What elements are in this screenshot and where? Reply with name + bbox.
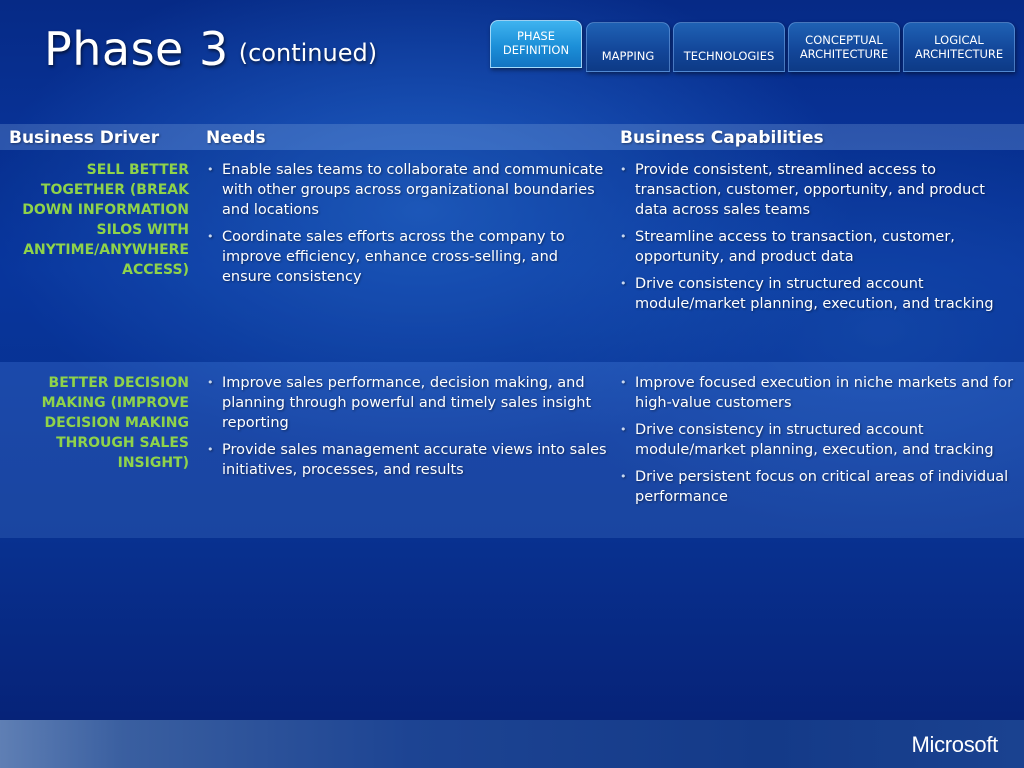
need-text: Improve sales performance, decision maki… — [222, 375, 592, 431]
list-item: • Drive persistent focus on critical area… — [620, 467, 1015, 507]
bullet-icon: • — [620, 163, 627, 176]
list-item: • Improve focused execution in niche mark… — [620, 373, 1015, 413]
tab-logical-architecture[interactable]: LOGICAL ARCHITECTURE — [903, 22, 1015, 72]
capability-text: Improve focused execution in niche marke… — [635, 375, 1014, 411]
tab-mapping[interactable]: MAPPING — [586, 22, 670, 72]
title-main: Phase 3 — [44, 22, 229, 76]
capability-text: Drive consistency in structured account … — [635, 276, 994, 312]
capability-text: Drive persistent focus on critical areas… — [635, 469, 1009, 505]
title-subtitle: (continued) — [238, 39, 378, 67]
header-business-capabilities: Business Capabilities — [620, 128, 824, 148]
list-item: • Coordinate sales efforts across the com… — [207, 227, 607, 287]
bullet-icon: • — [207, 230, 214, 243]
tab-technologies[interactable]: TECHNOLOGIES — [673, 22, 785, 72]
need-text: Coordinate sales efforts across the comp… — [222, 229, 565, 285]
page-title: Phase 3 (continued) — [44, 22, 377, 76]
bullet-icon: • — [620, 277, 627, 290]
capabilities-list: • Improve focused execution in niche mark… — [620, 373, 1015, 514]
business-driver-cell: Sell better together (break down informa… — [22, 162, 189, 278]
need-text: Enable sales teams to collaborate and co… — [222, 162, 604, 218]
tab-label-line2: TECHNOLOGIES — [683, 49, 775, 63]
business-driver-cell: Better decision making (improve decision… — [41, 375, 189, 471]
list-item: • Provide sales management accurate views… — [207, 440, 607, 480]
list-item: • Improve sales performance, decision mak… — [207, 373, 607, 433]
tab-label-line2: ARCHITECTURE — [914, 47, 1004, 61]
tab-label-line1: PHASE — [516, 29, 555, 43]
capabilities-list: • Provide consistent, streamlined access … — [620, 160, 1010, 321]
list-item: • Enable sales teams to collaborate and c… — [207, 160, 607, 220]
capability-text: Drive consistency in structured account … — [635, 422, 994, 458]
bullet-icon: • — [620, 376, 627, 389]
tab-label-line2: MAPPING — [601, 49, 655, 63]
need-text: Provide sales management accurate views … — [222, 442, 607, 478]
needs-list: • Enable sales teams to collaborate and c… — [207, 160, 607, 294]
tab-conceptual-architecture[interactable]: CONCEPTUAL ARCHITECTURE — [788, 22, 900, 72]
list-item: • Drive consistency in structured account… — [620, 420, 1015, 460]
tab-phase-definition[interactable]: PHASE DEFINITION — [490, 20, 582, 68]
bullet-icon: • — [207, 376, 214, 389]
footer-bar — [0, 720, 1024, 768]
list-item: • Drive consistency in structured account… — [620, 274, 1010, 314]
capability-text: Provide consistent, streamlined access t… — [635, 162, 985, 218]
bullet-icon: • — [207, 163, 214, 176]
header-business-driver: Business Driver — [9, 128, 160, 148]
tab-label-line1: LOGICAL — [934, 33, 984, 47]
tab-label-line2: ARCHITECTURE — [799, 47, 889, 61]
microsoft-logo: Microsoft — [911, 732, 998, 757]
bullet-icon: • — [620, 423, 627, 436]
list-item: • Streamline access to transaction, custo… — [620, 227, 1010, 267]
tab-label-line2: DEFINITION — [502, 43, 570, 57]
needs-list: • Improve sales performance, decision mak… — [207, 373, 607, 487]
list-item: • Provide consistent, streamlined access … — [620, 160, 1010, 220]
bullet-icon: • — [207, 443, 214, 456]
capability-text: Streamline access to transaction, custom… — [635, 229, 955, 265]
bullet-icon: • — [620, 470, 627, 483]
bullet-icon: • — [620, 230, 627, 243]
tab-label-line1: CONCEPTUAL — [805, 33, 883, 47]
header-needs: Needs — [206, 128, 266, 148]
